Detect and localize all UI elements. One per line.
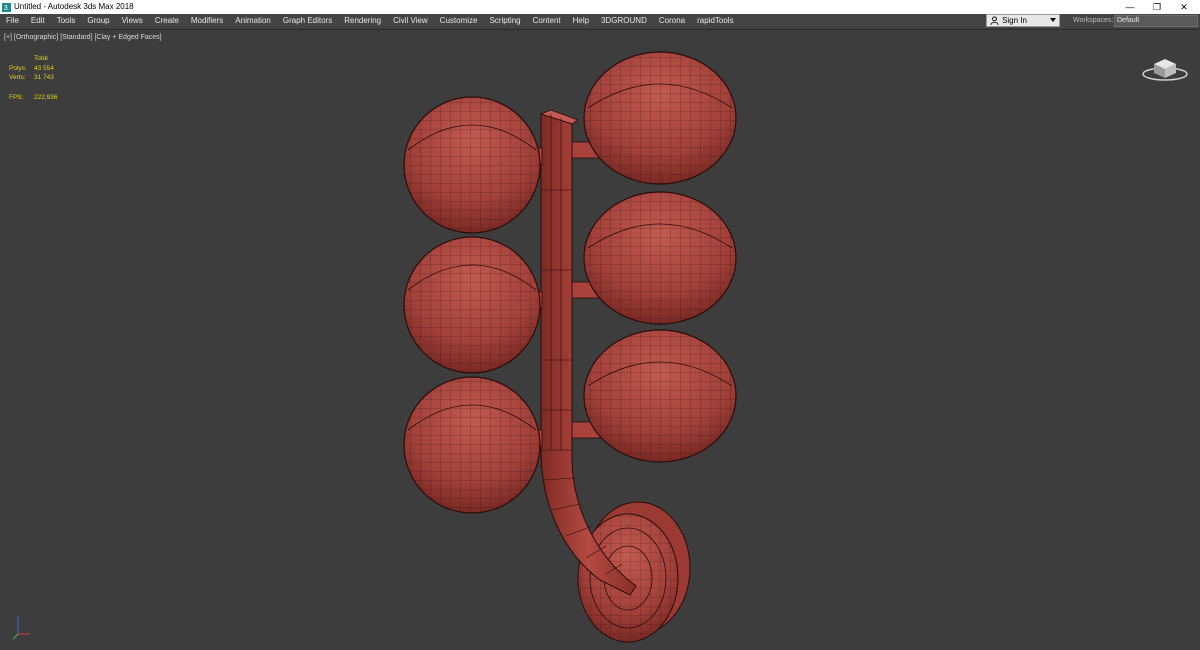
menu-item-group[interactable]: Group — [81, 14, 115, 28]
menu-item-modifiers[interactable]: Modifiers — [185, 14, 229, 28]
menu-item-content[interactable]: Content — [527, 14, 567, 28]
menu-item-file[interactable]: File — [0, 14, 25, 28]
app-logo-icon: 3 — [2, 2, 11, 12]
menu-item-rapidtools[interactable]: rapidTools — [691, 14, 739, 28]
title-bar: 3 Untitled - Autodesk 3ds Max 2018 — [0, 0, 1200, 14]
menu-item-graph-editors[interactable]: Graph Editors — [277, 14, 338, 28]
menu-item-civil-view[interactable]: Civil View — [387, 14, 434, 28]
menu-item-corona[interactable]: Corona — [653, 14, 691, 28]
menu-item-tools[interactable]: Tools — [51, 14, 82, 28]
menu-item-rendering[interactable]: Rendering — [338, 14, 387, 28]
workspaces-label: Workspaces: — [1073, 17, 1114, 24]
chevron-down-icon — [1050, 18, 1056, 22]
sign-in-dropdown[interactable]: Sign In — [986, 14, 1060, 27]
minimize-button[interactable]: — — [1116, 0, 1144, 14]
menu-item-animation[interactable]: Animation — [229, 14, 277, 28]
menu-item-views[interactable]: Views — [116, 14, 149, 28]
perspective-viewport[interactable]: [+] [Orthographic] [Standard] [Clay + Ed… — [0, 29, 1200, 649]
menu-item-customize[interactable]: Customize — [434, 14, 484, 28]
workspaces-select[interactable]: Default — [1114, 15, 1198, 27]
wall-sconce-model[interactable] — [0, 30, 1200, 650]
svg-text:3: 3 — [4, 3, 8, 12]
window-title: Untitled - Autodesk 3ds Max 2018 — [14, 2, 134, 11]
menu-item-scripting[interactable]: Scripting — [483, 14, 526, 28]
user-icon — [990, 16, 999, 25]
menu-item-edit[interactable]: Edit — [25, 14, 51, 28]
menu-item-3dground[interactable]: 3DGROUND — [595, 14, 653, 28]
close-button[interactable]: ✕ — [1170, 0, 1198, 14]
restore-button[interactable]: ❐ — [1143, 0, 1171, 14]
menu-item-help[interactable]: Help — [567, 14, 595, 28]
sign-in-label: Sign In — [1002, 16, 1027, 25]
menu-item-create[interactable]: Create — [149, 14, 185, 28]
